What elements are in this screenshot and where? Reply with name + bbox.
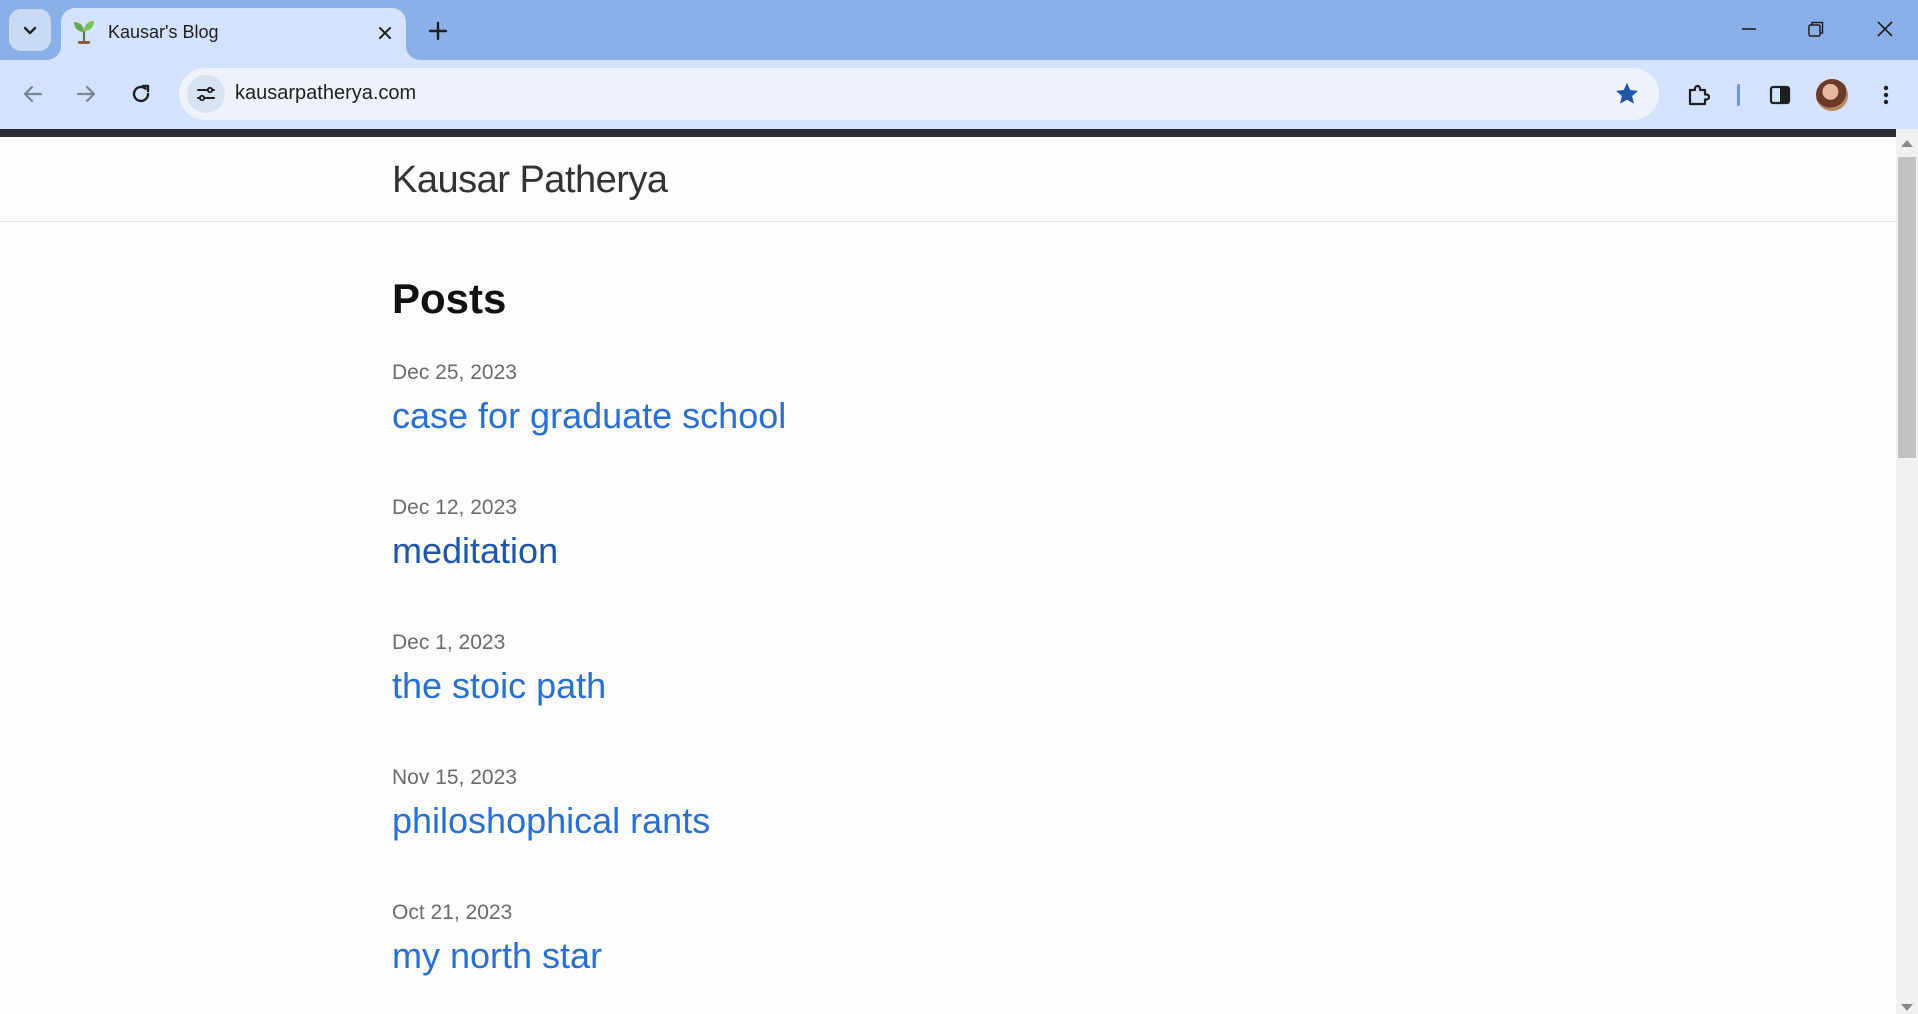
restore-icon [1808, 21, 1824, 37]
reload-icon [132, 84, 150, 103]
scroll-thumb[interactable] [1898, 157, 1916, 458]
post-link[interactable]: the stoic path [392, 665, 606, 707]
page-title: Posts [392, 275, 507, 322]
post-link[interactable]: case for graduate school [392, 395, 786, 437]
menu-button[interactable] [1870, 79, 1902, 111]
side-panel-button[interactable] [1764, 79, 1796, 111]
post-date: Oct 21, 2023 [392, 901, 513, 924]
forward-button[interactable] [71, 79, 101, 109]
tune-icon [197, 86, 215, 102]
back-button[interactable] [18, 79, 48, 109]
chevron-down-icon [23, 26, 37, 35]
post-link[interactable]: meditation [392, 530, 558, 572]
tab-strip: Kausar's Blog [0, 0, 1918, 60]
seedling-icon [74, 21, 94, 44]
post-date: Dec 12, 2023 [392, 496, 517, 519]
address-bar[interactable]: kausarpatherya.com [179, 68, 1659, 120]
post-item: Dec 25, 2023 case for graduate school [392, 361, 786, 437]
puzzle-icon [1688, 84, 1711, 106]
post-link[interactable]: my north star [392, 935, 602, 977]
page-content: Kausar Patherya Posts Dec 25, 2023 case … [0, 137, 1896, 1014]
tab-search-button[interactable] [9, 9, 51, 51]
active-tab[interactable]: Kausar's Blog [61, 8, 406, 60]
post-link[interactable]: philoshophical rants [392, 800, 710, 842]
close-tab-icon[interactable] [374, 22, 396, 44]
site-title-link[interactable]: Kausar Patherya [392, 159, 668, 202]
post-item: Dec 1, 2023 the stoic path [392, 631, 606, 707]
post-date: Dec 1, 2023 [392, 631, 506, 654]
reload-button[interactable] [126, 79, 156, 109]
page-top-border [0, 129, 1896, 137]
url-text[interactable]: kausarpatherya.com [235, 82, 416, 105]
site-info-button[interactable] [187, 75, 225, 113]
bookmark-star-icon[interactable] [1613, 80, 1641, 108]
restore-button[interactable] [1801, 14, 1831, 44]
close-window-button[interactable] [1870, 14, 1900, 44]
scroll-up-arrow[interactable] [1901, 140, 1913, 147]
more-vertical-icon [1883, 85, 1889, 105]
post-item: Oct 21, 2023 my north star [392, 901, 602, 977]
post-date: Dec 25, 2023 [392, 361, 517, 384]
close-icon [1877, 21, 1893, 37]
post-date: Nov 15, 2023 [392, 766, 517, 789]
site-header: Kausar Patherya [0, 137, 1896, 222]
browser-toolbar: kausarpatherya.com [0, 60, 1918, 129]
post-item: Nov 15, 2023 philoshophical rants [392, 766, 710, 842]
minimize-icon [1742, 28, 1756, 30]
post-item: Dec 12, 2023 meditation [392, 496, 558, 572]
extensions-button[interactable] [1683, 79, 1715, 111]
side-panel-icon [1769, 85, 1791, 105]
vertical-scrollbar[interactable] [1896, 129, 1918, 1014]
arrow-right-icon [76, 85, 96, 103]
minimize-button[interactable] [1734, 14, 1764, 44]
scroll-down-arrow[interactable] [1901, 1004, 1913, 1011]
profile-avatar[interactable] [1816, 79, 1848, 111]
arrow-left-icon [23, 85, 43, 103]
new-tab-icon[interactable] [424, 17, 452, 45]
tab-title: Kausar's Blog [108, 22, 219, 42]
toolbar-separator [1737, 84, 1740, 106]
